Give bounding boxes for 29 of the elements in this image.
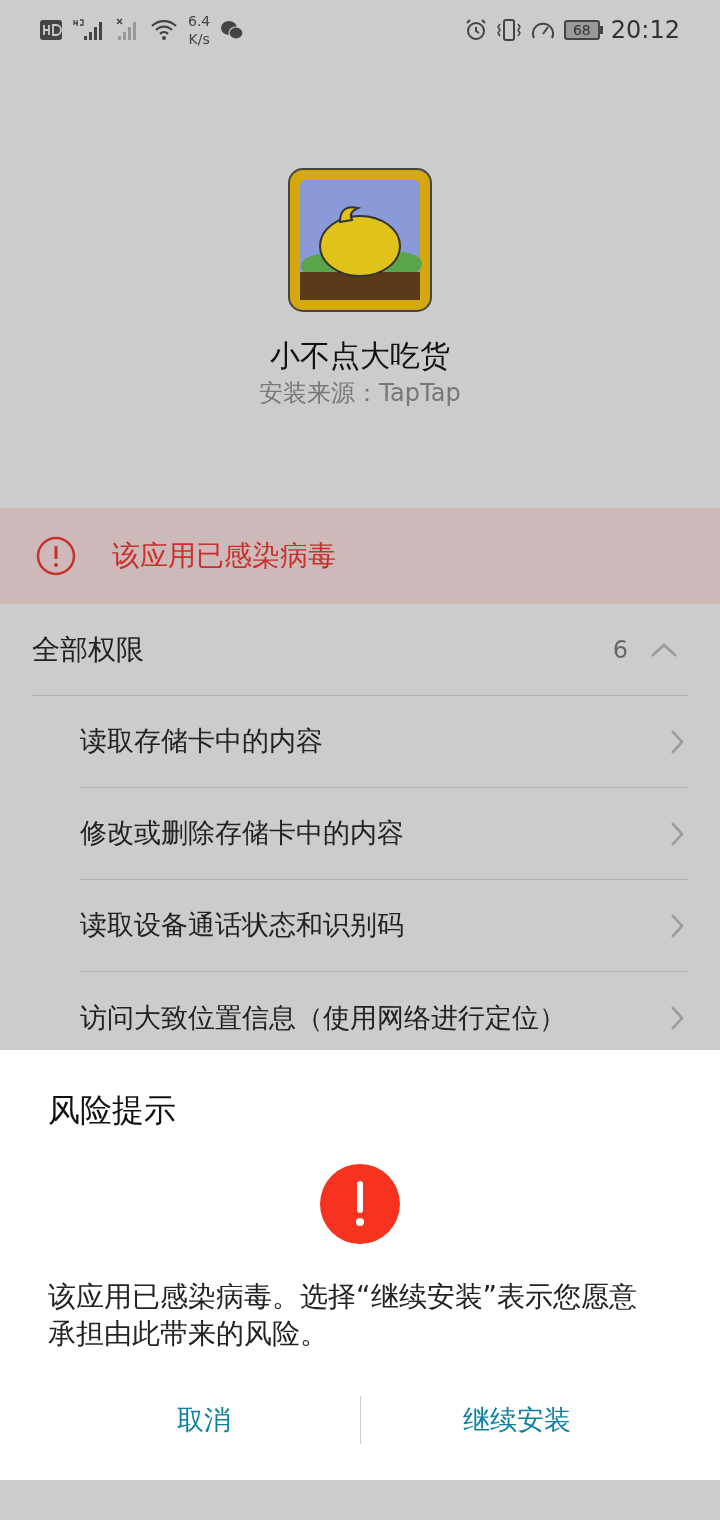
vibrate-icon (495, 18, 522, 42)
permission-item[interactable]: 访问大致位置信息（使用网络进行定位） (80, 972, 688, 1050)
install-source: 安装来源：TapTap (259, 378, 461, 409)
virus-warning: 该应用已感染病毒 (112, 538, 336, 574)
battery-icon: 68 (563, 20, 600, 40)
chevron-right-icon (670, 912, 684, 939)
chevron-right-icon (670, 728, 684, 755)
chevron-right-icon (670, 1005, 684, 1031)
chevron-right-icon (670, 820, 684, 847)
warning-icon (36, 536, 76, 576)
clock-time: 20:12 (610, 15, 680, 46)
permission-item[interactable]: 修改或删除存储卡中的内容 (80, 788, 688, 880)
speed-unit: K/s (188, 30, 210, 48)
dialog-button[interactable]: 继续安装 (361, 1394, 672, 1446)
dialog-message: 该应用已感染病毒。选择“继续安装”表示您愿意承担由此带来的风险。 (48, 1279, 638, 1352)
dialog-button[interactable]: 取消 (48, 1394, 360, 1446)
dialog-title: 风险提示 (48, 1090, 177, 1130)
chevron-up-icon (650, 641, 678, 658)
permission-item[interactable]: 读取设备通话状态和识别码 (80, 880, 688, 972)
wifi-icon (150, 19, 178, 41)
chat-icon (220, 20, 245, 40)
permissions-title: 全部权限 (32, 631, 144, 668)
permission-count: 6 (612, 634, 628, 666)
permission-item[interactable]: 读取存储卡中的内容 (80, 696, 688, 788)
network-speed: 6.4 (188, 12, 211, 30)
permissions-header[interactable]: 全部权限 6 (32, 604, 688, 696)
app-name: 小不点大吃货 (270, 337, 450, 375)
alert-icon (320, 1164, 400, 1244)
hd-icon (40, 20, 62, 40)
